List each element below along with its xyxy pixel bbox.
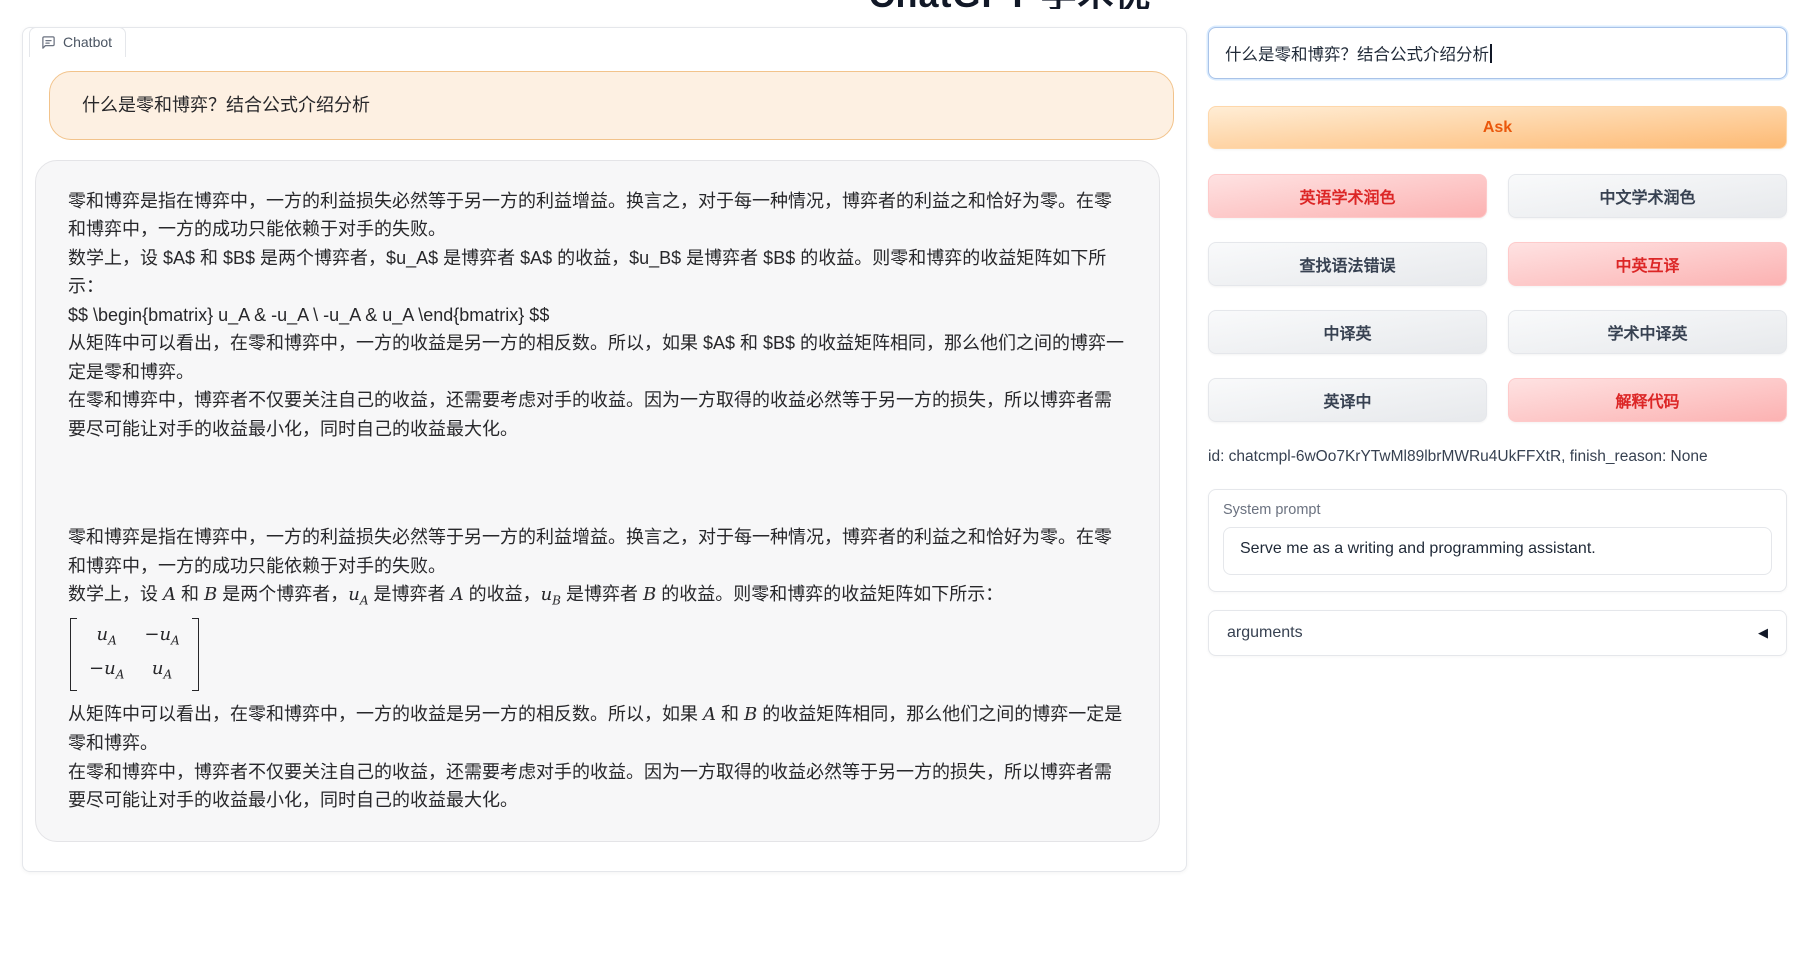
user-message-text: 什么是零和博弈？结合公式介绍分析 bbox=[82, 91, 1141, 120]
accordion-label: arguments bbox=[1227, 624, 1303, 642]
page-title: ChatGPT 学术优化 bbox=[860, 0, 1160, 9]
matrix-cell: uA bbox=[89, 622, 124, 654]
chatbot-label-text: Chatbot bbox=[63, 34, 112, 50]
function-button-english-polish[interactable]: 英语学术润色 bbox=[1208, 174, 1487, 218]
arguments-accordion[interactable]: arguments ◀ bbox=[1208, 610, 1787, 656]
bot-message-bubble: 零和博弈是指在博弈中，一方的利益损失必然等于另一方的利益增益。换言之，对于每一种… bbox=[35, 160, 1160, 842]
function-button-chinese-polish[interactable]: 中文学术润色 bbox=[1508, 174, 1787, 218]
chatbot-panel: Chatbot 什么是零和博弈？结合公式介绍分析 零和博弈是指在博弈中，一方的利… bbox=[22, 27, 1187, 872]
ask-button[interactable]: Ask bbox=[1208, 106, 1787, 149]
app-root: ChatGPT 学术优化 Chatbot 什么是零和博弈？结合公式介绍分析 bbox=[0, 0, 1814, 961]
controls-column: 什么是零和博弈？结合公式介绍分析 Ask 英语学术润色 中文学术润色 查找语法错… bbox=[1208, 27, 1787, 872]
accordion-collapse-icon: ◀ bbox=[1758, 625, 1768, 641]
bot-paragraph-math: 数学上，设 A 和 B 是两个博弈者，uA 是博弈者 A 的收益，uB 是博弈者… bbox=[68, 580, 1127, 615]
matrix-cell: uA bbox=[144, 656, 179, 688]
function-button-zh-en-translate[interactable]: 中英互译 bbox=[1508, 242, 1787, 286]
function-button-grid: 英语学术润色 中文学术润色 查找语法错误 中英互译 中译英 学术中译英 英译中 … bbox=[1208, 174, 1787, 422]
bot-paragraph: 数学上，设 $A$ 和 $B$ 是两个博弈者，$u_A$ 是博弈者 $A$ 的收… bbox=[68, 244, 1127, 301]
math-matrix: uA −uA −uA uA bbox=[70, 618, 199, 691]
bot-latex-source: $$ \begin{bmatrix} u_A & -u_A \ -u_A & u… bbox=[68, 301, 1127, 330]
user-message-bubble: 什么是零和博弈？结合公式介绍分析 bbox=[49, 71, 1174, 140]
matrix-cell: −uA bbox=[89, 656, 124, 688]
bot-paragraph: 从矩阵中可以看出，在零和博弈中，一方的收益是另一方的相反数。所以，如果 $A$ … bbox=[68, 329, 1127, 386]
bot-paragraph: 在零和博弈中，博弈者不仅要关注自己的收益，还需要考虑对手的收益。因为一方取得的收… bbox=[68, 758, 1127, 815]
chatbot-label: Chatbot bbox=[29, 27, 126, 57]
bot-paragraph: 零和博弈是指在博弈中，一方的利益损失必然等于另一方的利益增益。换言之，对于每一种… bbox=[68, 187, 1127, 244]
matrix-cell: −uA bbox=[144, 622, 179, 654]
bot-message-rendered-block: 零和博弈是指在博弈中，一方的利益损失必然等于另一方的利益增益。换言之，对于每一种… bbox=[68, 523, 1127, 815]
bot-paragraph: 零和博弈是指在博弈中，一方的利益损失必然等于另一方的利益增益。换言之，对于每一种… bbox=[68, 523, 1127, 580]
chat-messages: 什么是零和博弈？结合公式介绍分析 零和博弈是指在博弈中，一方的利益损失必然等于另… bbox=[23, 28, 1186, 842]
bot-paragraph-math: 从矩阵中可以看出，在零和博弈中，一方的收益是另一方的相反数。所以，如果 A 和 … bbox=[68, 700, 1127, 758]
bot-message-raw-block: 零和博弈是指在博弈中，一方的利益损失必然等于另一方的利益增益。换言之，对于每一种… bbox=[68, 187, 1127, 444]
function-button-explain-code[interactable]: 解释代码 bbox=[1508, 378, 1787, 422]
status-line: id: chatcmpl-6wOo7KrYTwMl89lbrMWRu4UkFFX… bbox=[1208, 448, 1787, 466]
question-input-value: 什么是零和博弈？结合公式介绍分析 bbox=[1225, 46, 1489, 64]
matrix-right-bracket bbox=[192, 618, 199, 691]
bot-paragraph: 在零和博弈中，博弈者不仅要关注自己的收益，还需要考虑对手的收益。因为一方取得的收… bbox=[68, 386, 1127, 443]
chat-bubble-icon bbox=[41, 35, 56, 50]
function-button-academic-zh-en[interactable]: 学术中译英 bbox=[1508, 310, 1787, 354]
system-prompt-label: System prompt bbox=[1223, 502, 1772, 518]
function-button-grammar-check[interactable]: 查找语法错误 bbox=[1208, 242, 1487, 286]
system-prompt-group: System prompt Serve me as a writing and … bbox=[1208, 489, 1787, 592]
matrix-left-bracket bbox=[70, 618, 77, 691]
matrix-cells: uA −uA −uA uA bbox=[77, 618, 192, 691]
function-button-en-to-zh[interactable]: 英译中 bbox=[1208, 378, 1487, 422]
text-cursor bbox=[1490, 44, 1492, 63]
function-button-zh-to-en[interactable]: 中译英 bbox=[1208, 310, 1487, 354]
system-prompt-input[interactable]: Serve me as a writing and programming as… bbox=[1223, 527, 1772, 575]
system-prompt-value: Serve me as a writing and programming as… bbox=[1240, 540, 1596, 557]
question-input[interactable]: 什么是零和博弈？结合公式介绍分析 bbox=[1208, 27, 1787, 79]
